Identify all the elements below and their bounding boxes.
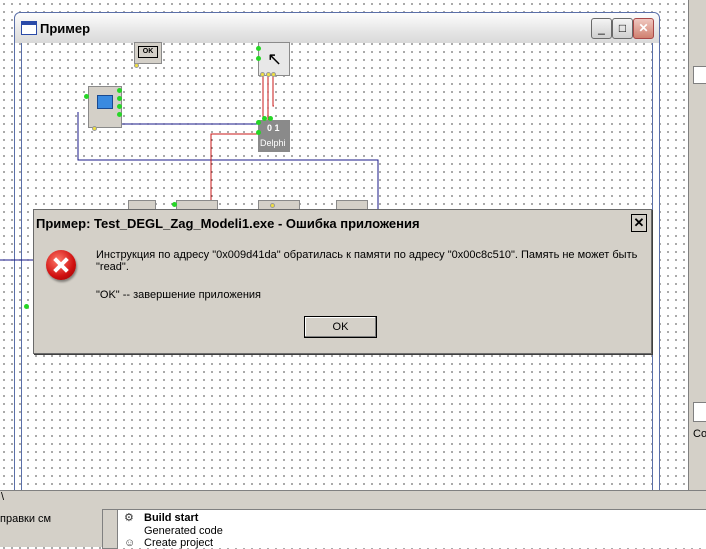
pin (260, 72, 265, 77)
bottom-ide-panel: \ правки см ⚙ Build start Generated code… (0, 490, 706, 549)
component-button[interactable]: OK (134, 42, 162, 64)
pin (256, 46, 261, 51)
component-ok-label: OK (138, 46, 158, 58)
pin (117, 88, 122, 93)
log-line: Build start (144, 512, 199, 524)
pin (256, 130, 261, 135)
pin (256, 120, 261, 125)
pin (256, 56, 261, 61)
hint-field: правки см (0, 509, 96, 529)
component-delphi[interactable]: 0 1 Delphi (258, 120, 290, 152)
component-cursor[interactable]: ↖ (258, 42, 290, 76)
build-log: ⚙ Build start Generated code ☺ Create pr… (118, 509, 706, 549)
error-icon (46, 250, 76, 280)
pin (172, 202, 177, 207)
error-dialog: Пример: Test_DEGL_Zag_Modeli1.exe - Ошиб… (33, 209, 652, 354)
pin (117, 104, 122, 109)
delphi-digits: 0 1 (267, 123, 280, 133)
pin (117, 96, 122, 101)
log-line: Create project (144, 537, 214, 549)
log-scrollbar[interactable] (102, 509, 118, 549)
path-separator: \ (1, 491, 5, 503)
wire-red (272, 76, 274, 107)
pin (262, 116, 267, 121)
wire-red (210, 133, 258, 212)
form-icon (97, 95, 113, 109)
ok-button[interactable]: OK (304, 316, 377, 338)
log-line: Generated code (144, 525, 223, 537)
pin (92, 126, 97, 131)
pin (24, 304, 29, 309)
pin (117, 112, 122, 117)
cursor-icon: ↖ (267, 49, 283, 69)
build-icon: ⚙ (124, 512, 134, 524)
pin (270, 203, 275, 208)
error-dialog-titlebar[interactable]: Пример: Test_DEGL_Zag_Modeli1.exe - Ошиб… (34, 210, 651, 236)
wire-blue (77, 112, 379, 212)
pin (271, 72, 276, 77)
error-message: Инструкция по адресу "0x009d41da" обрати… (96, 249, 638, 273)
pin (134, 63, 139, 68)
delphi-label: Delphi (260, 138, 286, 148)
people-icon: ☺ (124, 537, 136, 549)
error-dialog-close-button[interactable]: ✕ (631, 214, 647, 232)
error-hint: "OK" -- завершение приложения (96, 289, 261, 301)
hint-text: правки см (0, 513, 52, 525)
error-dialog-title: Пример: Test_DEGL_Zag_Modeli1.exe - Ошиб… (36, 216, 420, 231)
pin (84, 94, 89, 99)
pin (268, 116, 273, 121)
